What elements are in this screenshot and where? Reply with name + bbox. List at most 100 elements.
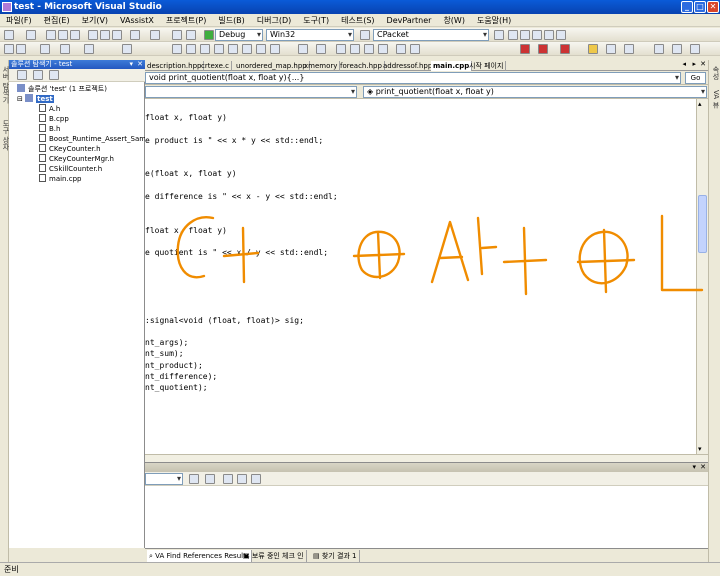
devpartner-icon-g[interactable] xyxy=(654,44,664,54)
paste-icon[interactable] xyxy=(112,30,122,40)
tab-scroll-left-icon[interactable]: ◂ xyxy=(682,60,686,68)
configuration-combo[interactable]: Debug xyxy=(215,29,263,41)
file-item[interactable]: B.cpp xyxy=(39,114,69,124)
toggle-icon[interactable] xyxy=(298,44,308,54)
toolbar-icon-d[interactable] xyxy=(60,44,70,54)
find-close-icon[interactable]: ✕ xyxy=(700,463,706,471)
menu-vassistx[interactable]: VAssistX xyxy=(114,14,160,27)
open-icon[interactable] xyxy=(46,30,56,40)
va-view-tab[interactable]: VA 뷰 xyxy=(711,90,720,108)
menu-debug[interactable]: 디버그(D) xyxy=(251,14,297,27)
tool-d-icon[interactable] xyxy=(378,44,388,54)
find-in-files-icon[interactable] xyxy=(360,30,370,40)
toolbar-icon-c[interactable] xyxy=(40,44,50,54)
tool-c-icon[interactable] xyxy=(364,44,374,54)
start-page-icon[interactable] xyxy=(556,30,566,40)
find-toolbar-icon-d[interactable] xyxy=(237,474,247,484)
scope-combo[interactable] xyxy=(145,86,357,98)
properties-tab[interactable]: 속성 xyxy=(711,66,720,80)
devpartner-icon-d[interactable] xyxy=(588,44,598,54)
redo-icon[interactable] xyxy=(150,30,160,40)
navigate-back-icon[interactable] xyxy=(172,30,182,40)
find-toolbar-icon-c[interactable] xyxy=(223,474,233,484)
save-icon[interactable] xyxy=(58,30,68,40)
tab-pending-checkins[interactable]: ▣ 보류 중인 체크 인 xyxy=(241,550,307,562)
devpartner-icon-h[interactable] xyxy=(672,44,682,54)
file-item[interactable]: CKeyCounterMgr.h xyxy=(39,154,114,164)
find-combo[interactable]: CPacket xyxy=(373,29,489,41)
file-item[interactable]: Boost_Runtime_Assert_Sample xyxy=(39,134,157,144)
menu-test[interactable]: 테스트(S) xyxy=(335,14,380,27)
tool-a-icon[interactable] xyxy=(336,44,346,54)
code-editor[interactable]: float x, float y) e product is " << x * … xyxy=(145,99,696,454)
menu-tools[interactable]: 도구(T) xyxy=(297,14,335,27)
close-icon[interactable]: ✕ xyxy=(707,1,719,13)
tab-va-find-references[interactable]: ⌕ VA Find References Results xyxy=(147,550,253,562)
solution-explorer-icon[interactable] xyxy=(508,30,518,40)
tab-find-results-1[interactable]: ▤ 찾기 결과 1 xyxy=(311,550,360,562)
find-icon[interactable] xyxy=(494,30,504,40)
tab-start-page[interactable]: 시작 페이지 xyxy=(467,61,507,71)
tab-foreach-hpp[interactable]: foreach.hpp xyxy=(338,61,385,71)
properties-button-icon[interactable] xyxy=(17,70,27,80)
devpartner-icon-b[interactable] xyxy=(538,44,548,54)
file-item[interactable]: A.h xyxy=(39,104,60,114)
find-toolbar-icon-e[interactable] xyxy=(251,474,261,484)
minimize-icon[interactable]: _ xyxy=(681,1,693,13)
comment-icon[interactable] xyxy=(200,44,210,54)
find-scope-combo[interactable] xyxy=(145,473,183,485)
find-toolbar-icon-a[interactable] xyxy=(189,474,199,484)
menu-file[interactable]: 파일(F) xyxy=(0,14,38,27)
file-item[interactable]: CKeyCounter.h xyxy=(39,144,101,154)
file-item[interactable]: B.h xyxy=(39,124,60,134)
devpartner-icon-i[interactable] xyxy=(690,44,700,54)
new-project-icon[interactable] xyxy=(4,30,14,40)
file-item[interactable]: main.cpp xyxy=(39,174,81,184)
navigate-forward-icon[interactable] xyxy=(186,30,196,40)
file-item[interactable]: CSkillCounter.h xyxy=(39,164,102,174)
toolbar-icon-e[interactable] xyxy=(84,44,94,54)
member-combo[interactable]: void print_quotient(float x, float y){..… xyxy=(145,72,681,84)
object-browser-icon[interactable] xyxy=(532,30,542,40)
editor-horizontal-scrollbar[interactable] xyxy=(145,454,708,462)
project-node[interactable]: ⊟ test xyxy=(17,94,54,104)
menu-help[interactable]: 도움말(H) xyxy=(471,14,517,27)
undo-icon[interactable] xyxy=(130,30,140,40)
add-item-icon[interactable] xyxy=(26,30,36,40)
scroll-up-icon[interactable]: ▴ xyxy=(698,100,702,108)
tab-crtexe-c[interactable]: crtexe.c xyxy=(199,61,232,71)
menu-build[interactable]: 빌드(B) xyxy=(212,14,250,27)
devpartner-icon-a[interactable] xyxy=(520,44,530,54)
find-pin-icon[interactable]: ▾ xyxy=(692,463,696,471)
toggle-b-icon[interactable] xyxy=(316,44,326,54)
uncomment-icon[interactable] xyxy=(214,44,224,54)
platform-combo[interactable]: Win32 xyxy=(266,29,354,41)
copy-icon[interactable] xyxy=(100,30,110,40)
menu-devpartner[interactable]: DevPartner xyxy=(381,14,438,27)
tool-f-icon[interactable] xyxy=(410,44,420,54)
properties-icon[interactable] xyxy=(520,30,530,40)
editor-vertical-scrollbar[interactable]: ▴ ▾ xyxy=(696,99,708,454)
refresh-icon[interactable] xyxy=(49,70,59,80)
resource-view-icon[interactable] xyxy=(186,44,196,54)
toolbar-icon-b[interactable] xyxy=(16,44,26,54)
maximize-icon[interactable]: □ xyxy=(694,1,706,13)
panel-close-icon[interactable]: ✕ xyxy=(137,60,143,69)
toolbar-icon-f[interactable] xyxy=(122,44,132,54)
bookmark-icon[interactable] xyxy=(256,44,266,54)
menu-edit[interactable]: 편집(E) xyxy=(38,14,76,27)
devpartner-icon-f[interactable] xyxy=(624,44,634,54)
cut-icon[interactable] xyxy=(88,30,98,40)
tool-e-icon[interactable] xyxy=(396,44,406,54)
toolbox-icon[interactable] xyxy=(544,30,554,40)
class-view-icon[interactable] xyxy=(172,44,182,54)
scroll-thumb[interactable] xyxy=(698,195,707,253)
menu-project[interactable]: 프로젝트(P) xyxy=(160,14,213,27)
indent-icon[interactable] xyxy=(228,44,238,54)
devpartner-icon-e[interactable] xyxy=(606,44,616,54)
tab-addressof-hpp[interactable]: addressof.hpp xyxy=(381,61,436,71)
collapse-icon[interactable]: ⊟ xyxy=(17,95,25,103)
menu-view[interactable]: 보기(V) xyxy=(76,14,114,27)
show-all-files-icon[interactable] xyxy=(33,70,43,80)
tab-scroll-right-icon[interactable]: ▸ xyxy=(692,60,696,68)
